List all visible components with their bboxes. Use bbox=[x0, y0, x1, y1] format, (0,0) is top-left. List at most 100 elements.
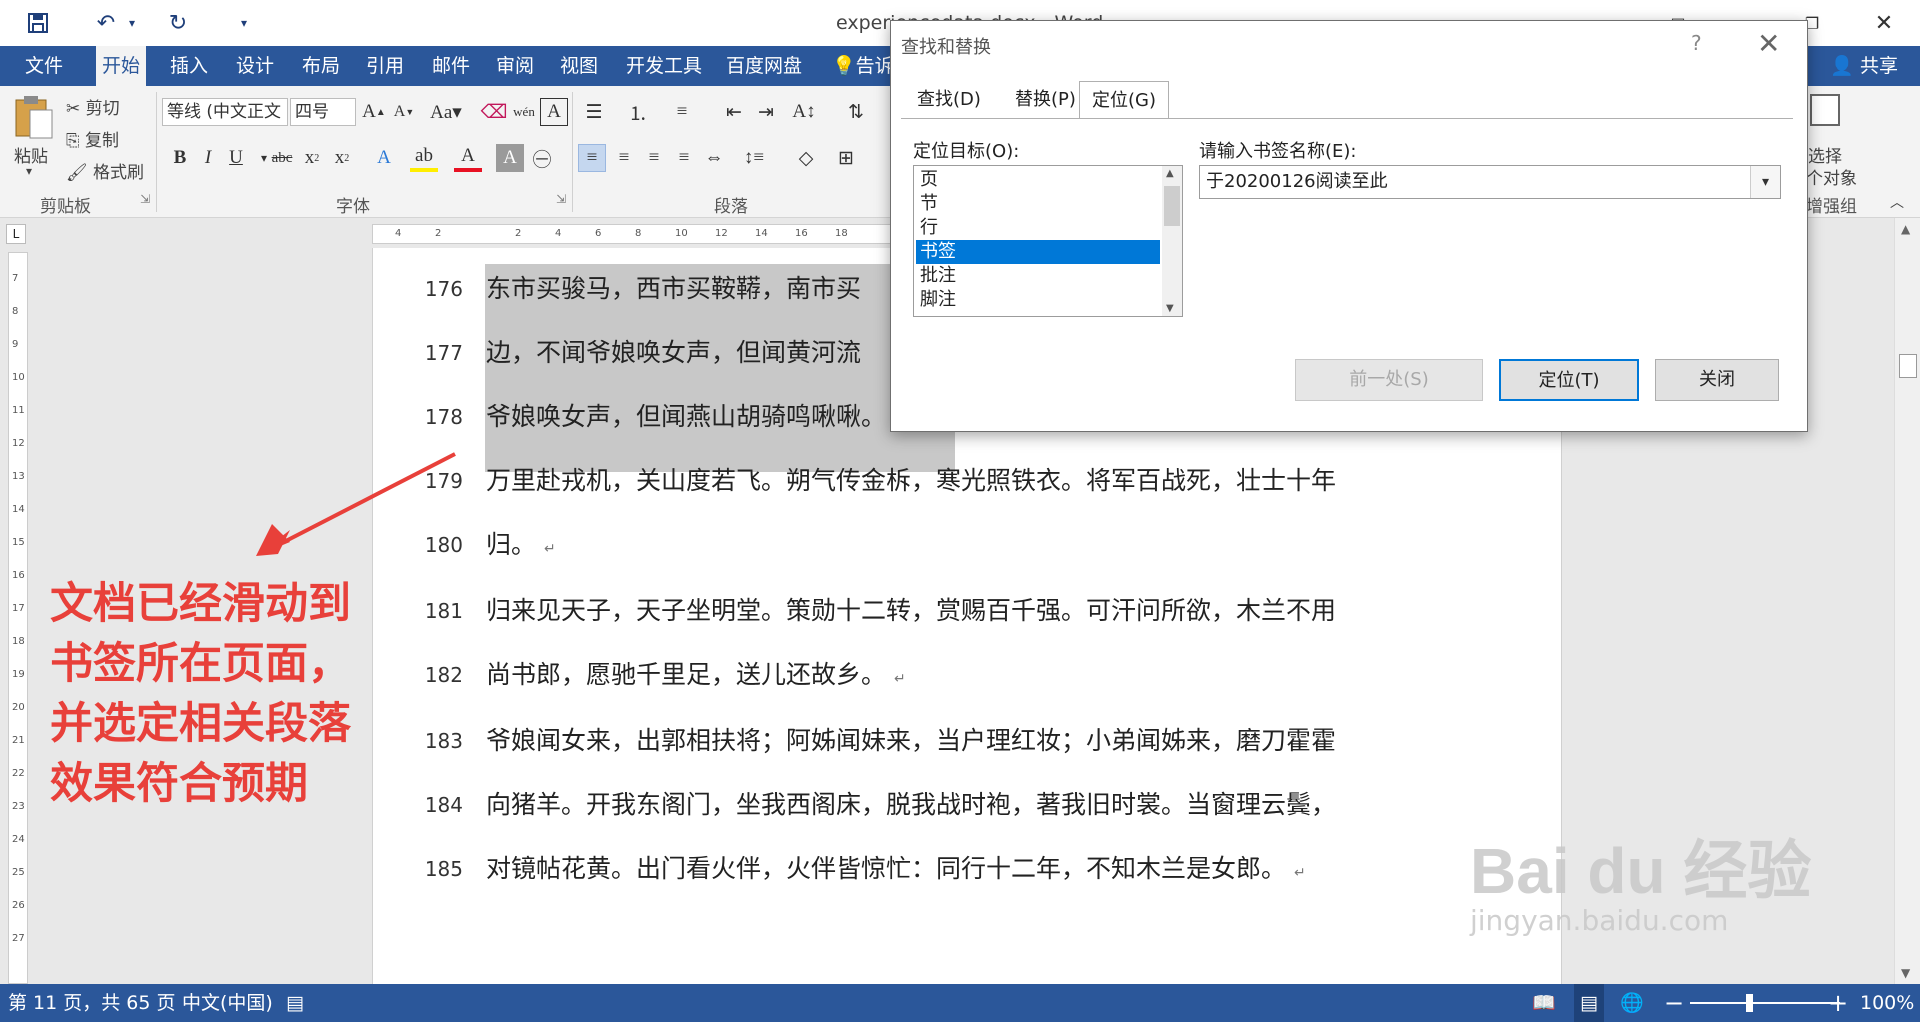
strikethrough-icon[interactable]: abc bbox=[268, 144, 296, 172]
chevron-down-icon[interactable]: ▾ bbox=[1750, 166, 1780, 198]
close-button[interactable]: 关闭 bbox=[1655, 359, 1779, 401]
tab-file[interactable]: 文件 bbox=[0, 46, 88, 86]
bookmark-name-input[interactable]: 于20200126阅读至此 ▾ bbox=[1199, 165, 1781, 199]
zoom-slider-thumb[interactable] bbox=[1746, 994, 1753, 1012]
list-item[interactable]: 批注 bbox=[916, 264, 1160, 288]
tab-design[interactable]: 设计 bbox=[230, 46, 280, 86]
list-item[interactable]: 行 bbox=[916, 216, 1160, 240]
sort-icon[interactable]: ⇅ bbox=[842, 98, 870, 126]
close-window-icon[interactable]: ✕ bbox=[1862, 6, 1906, 40]
phonetic-guide-icon[interactable]: wén bbox=[510, 98, 538, 126]
tab-replace[interactable]: 替换(P) bbox=[1003, 81, 1088, 119]
format-painter-button[interactable]: 🖌 格式刷 bbox=[66, 158, 144, 183]
bold-icon[interactable]: B bbox=[166, 144, 194, 172]
list-item[interactable]: 节 bbox=[916, 192, 1160, 216]
tab-goto[interactable]: 定位(G) bbox=[1079, 81, 1169, 119]
tab-tell-me[interactable]: 💡告诉 bbox=[826, 46, 900, 86]
tab-references[interactable]: 引用 bbox=[360, 46, 410, 86]
text-effects-icon[interactable]: A bbox=[370, 144, 398, 172]
grow-font-icon[interactable]: A ▲ bbox=[360, 98, 388, 126]
macro-record-icon[interactable]: ▤ bbox=[286, 984, 304, 1022]
tab-layout[interactable]: 布局 bbox=[296, 46, 346, 86]
enclose-char-icon[interactable]: ㊀ bbox=[528, 144, 556, 172]
shading-icon[interactable]: ◇ bbox=[792, 144, 820, 172]
tab-home[interactable]: 开始 bbox=[96, 46, 147, 86]
align-center-icon[interactable]: ≡ bbox=[610, 144, 638, 172]
text-direction-icon[interactable]: A↕ bbox=[790, 98, 818, 126]
tab-mailings[interactable]: 邮件 bbox=[426, 46, 476, 86]
goto-target-list[interactable]: 页 节 行 书签 批注 脚注 ▲ ▼ bbox=[913, 165, 1183, 317]
list-item[interactable]: 脚注 bbox=[916, 288, 1160, 312]
superscript-icon[interactable]: x2 bbox=[328, 144, 356, 172]
scroll-up-icon[interactable]: ▲ bbox=[1901, 222, 1910, 236]
select-objects-icon[interactable] bbox=[1810, 94, 1840, 126]
web-layout-icon[interactable]: 🌐 bbox=[1620, 984, 1644, 1022]
undo-icon[interactable]: ↶ bbox=[88, 8, 124, 38]
char-shading-icon[interactable]: A bbox=[496, 144, 524, 172]
customize-toolbar-icon[interactable]: ▾ bbox=[234, 8, 254, 38]
font-launcher-icon[interactable]: ⇲ bbox=[556, 192, 566, 206]
shrink-font-icon[interactable]: A ▼ bbox=[390, 98, 418, 126]
chevron-up-icon[interactable]: ▲ bbox=[1166, 168, 1174, 179]
zoom-out-button[interactable]: − bbox=[1664, 984, 1684, 1022]
tab-selector[interactable]: L bbox=[6, 224, 26, 244]
align-left-icon[interactable]: ≡ bbox=[578, 144, 606, 172]
distributed-icon[interactable]: ⇔ bbox=[700, 144, 728, 172]
cut-button[interactable]: ✂ 剪切 bbox=[66, 94, 120, 119]
undo-dropdown-icon[interactable]: ▾ bbox=[124, 8, 140, 38]
justify-icon[interactable]: ≡ bbox=[670, 144, 698, 172]
tab-developer[interactable]: 开发工具 bbox=[620, 46, 708, 86]
borders-icon[interactable]: ⊞ bbox=[832, 144, 860, 172]
numbering-icon[interactable]: ⒈ bbox=[624, 98, 652, 126]
tab-find[interactable]: 查找(D) bbox=[905, 81, 993, 119]
clipboard-launcher-icon[interactable]: ⇲ bbox=[140, 192, 150, 206]
page-count[interactable]: 第 11 页，共 65 页 bbox=[8, 984, 176, 1022]
change-case-icon[interactable]: Aa▾ bbox=[426, 98, 466, 126]
chevron-down-icon[interactable]: ▼ bbox=[1166, 303, 1174, 314]
help-icon[interactable]: ? bbox=[1691, 31, 1702, 55]
vertical-scrollbar[interactable]: ▲ ▼ bbox=[1894, 218, 1920, 984]
tab-review[interactable]: 审阅 bbox=[490, 46, 540, 86]
previous-button[interactable]: 前一处(S) bbox=[1295, 359, 1483, 401]
zoom-in-button[interactable]: + bbox=[1828, 984, 1848, 1022]
char-border-icon[interactable]: A bbox=[540, 98, 568, 126]
language-indicator[interactable]: 中文(中国) bbox=[182, 984, 273, 1022]
tab-baidu-netdisk[interactable]: 百度网盘 bbox=[720, 46, 808, 86]
clear-format-icon[interactable]: ⌫ bbox=[480, 98, 508, 126]
tab-view[interactable]: 视图 bbox=[554, 46, 604, 86]
underline-icon[interactable]: U bbox=[222, 144, 250, 172]
save-icon[interactable] bbox=[22, 8, 54, 38]
copy-button[interactable]: ⎘ 复制 bbox=[66, 126, 119, 151]
collapse-ribbon-icon[interactable]: ︿ bbox=[1890, 192, 1904, 212]
multilevel-list-icon[interactable]: ≡ bbox=[668, 98, 696, 126]
paste-icon[interactable] bbox=[12, 94, 56, 140]
zoom-slider[interactable] bbox=[1690, 1002, 1840, 1004]
zoom-level[interactable]: 100% bbox=[1860, 984, 1914, 1022]
list-scrollbar[interactable]: ▲ ▼ bbox=[1162, 166, 1182, 316]
list-item[interactable]: 页 bbox=[916, 168, 1160, 192]
font-size-combo[interactable]: 四号 bbox=[290, 98, 356, 126]
print-layout-icon[interactable]: ▤ bbox=[1574, 984, 1604, 1022]
font-name-combo[interactable]: 等线 (中文正文 bbox=[162, 98, 288, 126]
objects-label[interactable]: 个对象 bbox=[1806, 164, 1857, 189]
decrease-indent-icon[interactable]: ⇤ bbox=[720, 98, 748, 126]
bullets-icon[interactable]: ☰ bbox=[580, 98, 608, 126]
align-right-icon[interactable]: ≡ bbox=[640, 144, 668, 172]
font-color-icon[interactable]: A bbox=[454, 144, 482, 172]
goto-button[interactable]: 定位(T) bbox=[1499, 359, 1639, 401]
scrollbar-thumb[interactable] bbox=[1899, 354, 1917, 378]
share-button[interactable]: 👤 共享 bbox=[1830, 46, 1898, 86]
italic-icon[interactable]: I bbox=[194, 144, 222, 172]
line-spacing-icon[interactable]: ↕≡ bbox=[740, 144, 768, 172]
list-item-selected[interactable]: 书签 bbox=[916, 240, 1160, 264]
tab-insert[interactable]: 插入 bbox=[164, 46, 214, 86]
read-mode-icon[interactable]: 📖 bbox=[1532, 984, 1556, 1022]
highlight-color-icon[interactable]: ab bbox=[410, 144, 438, 172]
subscript-icon[interactable]: x2 bbox=[298, 144, 326, 172]
paste-dropdown-icon[interactable]: ▾ bbox=[26, 164, 32, 178]
scroll-down-icon[interactable]: ▼ bbox=[1901, 966, 1910, 980]
list-scroll-thumb[interactable] bbox=[1164, 186, 1180, 226]
increase-indent-icon[interactable]: ⇥ bbox=[752, 98, 780, 126]
redo-icon[interactable]: ↻ bbox=[160, 8, 196, 38]
dialog-close-icon[interactable]: ✕ bbox=[1757, 27, 1780, 60]
